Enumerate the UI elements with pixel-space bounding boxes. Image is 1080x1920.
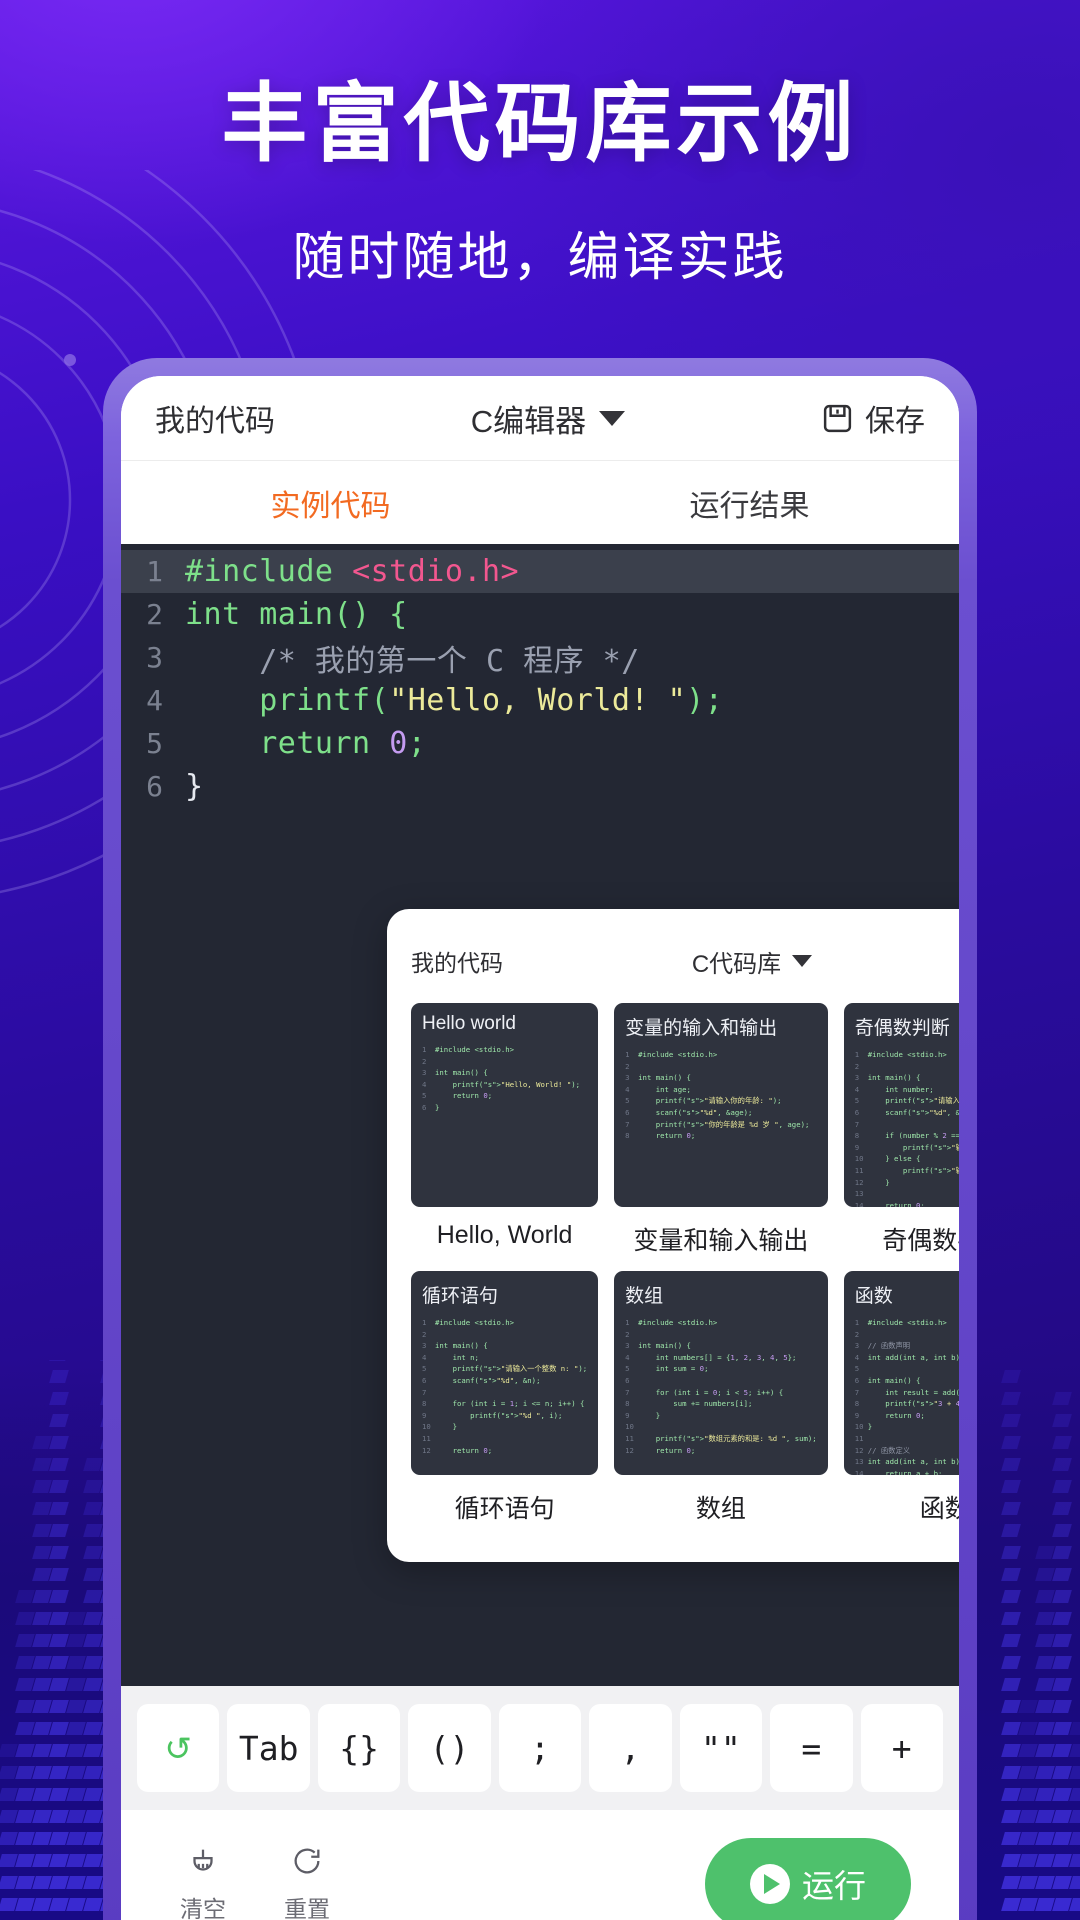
line-number: 2 <box>146 598 163 631</box>
bottom-action-bar: 清空 重置 运行 <box>121 1810 959 1920</box>
line-number: 5 <box>146 727 163 760</box>
code-text: int main() { <box>185 597 408 632</box>
snippet-card-title: 奇偶数判断 <box>854 1018 950 1039</box>
snippet-card[interactable]: 循环语句 1 #include <stdio.h> 2 3 int main() { … <box>411 1271 599 1475</box>
snippet-card-title: 函数 <box>854 1286 893 1307</box>
floppy-disk-icon <box>821 402 854 435</box>
snippet-card[interactable]: 变量的输入和输出 1 #include <stdio.h> 2 3 int main(… <box>614 1003 828 1207</box>
snippet-card[interactable]: 奇偶数判断 1 #include <stdio.h> 2 3 int main() {… <box>843 1003 959 1207</box>
snippet-card[interactable]: Hello world 1 #include <stdio.h> 2 3 int ma… <box>411 1003 599 1207</box>
tab-1[interactable]: 运行结果 <box>540 461 959 544</box>
library-my-code-link[interactable]: 我的代码 <box>411 944 503 978</box>
snippet-code: 1 #include <stdio.h> 2 3 int main() { 4 in… <box>422 1318 588 1455</box>
code-text: } <box>185 769 204 804</box>
save-button[interactable]: 保存 <box>821 396 925 440</box>
code-line: 3 /* 我的第一个 C 程序 */ <box>121 636 959 679</box>
tab-0[interactable]: 实例代码 <box>121 461 540 544</box>
snippet-label: 循环语句 <box>454 1495 555 1523</box>
phone-frame: 我的代码 C编辑器 保存 实例代码 运行结果 1 #include <stdio.h… <box>103 358 977 1920</box>
keyboard-shortcut-bar: ↺ Tab{}();, "" = + <box>121 1686 959 1810</box>
snippet-card-title: Hello world <box>422 1013 516 1034</box>
run-button-label: 运行 <box>801 1868 866 1904</box>
code-library-header: 我的代码 C代码库 <box>411 933 959 989</box>
play-icon <box>749 1864 790 1904</box>
clear-button-label: 清空 <box>180 1896 226 1920</box>
code-library-item[interactable]: Hello world 1 #include <stdio.h> 2 3 int ma… <box>411 1003 599 1257</box>
page-title: 丰富代码库示例 <box>221 76 859 172</box>
braces-key[interactable]: {} <box>317 1704 401 1792</box>
snippet-card[interactable]: 数组 1 #include <stdio.h> 2 3 int main() { 4 … <box>614 1271 828 1475</box>
code-library-item[interactable]: 循环语句 1 #include <stdio.h> 2 3 int main() { … <box>411 1271 599 1525</box>
code-library-item[interactable]: 数组 1 #include <stdio.h> 2 3 int main() { 4 … <box>614 1271 828 1525</box>
code-line: 1 #include <stdio.h> <box>121 550 959 593</box>
snippet-code: 1 #include <stdio.h> 2 3 int main() { 4 in… <box>625 1050 810 1141</box>
snippet-label: 函数 <box>919 1495 959 1523</box>
chevron-down-icon <box>792 955 813 967</box>
code-library-item[interactable]: 奇偶数判断 1 #include <stdio.h> 2 3 int main() {… <box>843 1003 959 1257</box>
equals-key[interactable]: = <box>770 1704 853 1792</box>
tab-key[interactable]: Tab <box>227 1704 310 1792</box>
snippet-code: 1 #include <stdio.h> 2 3 int main() { 4 pr… <box>422 1045 581 1112</box>
code-line: 4 printf("Hello, World! "); <box>121 679 959 722</box>
refresh-icon <box>290 1844 324 1883</box>
broom-icon <box>186 1844 220 1883</box>
clear-button[interactable]: 清空 <box>151 1844 255 1920</box>
code-line: 6} <box>121 765 959 808</box>
editor-selector[interactable]: C编辑器 <box>275 396 821 441</box>
code-library-popup: 我的代码 C代码库 Hello world 1 #include <stdio.h>… <box>387 909 959 1562</box>
line-number: 3 <box>146 641 163 674</box>
app-header: 我的代码 C编辑器 保存 <box>121 376 959 460</box>
editor-tabs: 实例代码 运行结果 <box>121 460 959 544</box>
code-line: 5 return 0; <box>121 722 959 765</box>
comma-key[interactable]: , <box>589 1704 672 1792</box>
code-text: #include <stdio.h> <box>185 554 520 589</box>
quotes-key[interactable]: "" <box>679 1704 763 1792</box>
line-number: 4 <box>146 684 163 717</box>
library-selector-label: C代码库 <box>691 950 782 978</box>
code-library-grid: Hello world 1 #include <stdio.h> 2 3 int ma… <box>411 1003 959 1525</box>
line-number: 6 <box>146 770 163 803</box>
library-selector[interactable]: C代码库 <box>503 944 959 979</box>
chevron-down-icon <box>599 410 626 426</box>
snippet-code: 1 #include <stdio.h> 2 3 int main() { 4 in… <box>854 1050 959 1207</box>
semicolon-key[interactable]: ; <box>498 1704 582 1792</box>
undo-key[interactable]: ↺ <box>137 1704 220 1792</box>
snippet-label: 变量和输入输出 <box>633 1227 809 1255</box>
page-subtitle: 随时随地，编译实践 <box>292 229 788 287</box>
parens-key[interactable]: () <box>408 1704 491 1792</box>
app-screen: 我的代码 C编辑器 保存 实例代码 运行结果 1 #include <stdio.h… <box>121 376 959 1920</box>
snippet-card-title: 变量的输入和输出 <box>625 1018 778 1039</box>
editor-selector-label: C编辑器 <box>470 403 587 439</box>
code-library-item[interactable]: 函数 1 #include <stdio.h> 2 3// 函数声明 4 int ad… <box>843 1271 959 1525</box>
tab-label: 运行结果 <box>689 489 810 523</box>
snippet-label: 数组 <box>695 1495 746 1523</box>
line-number: 1 <box>146 555 163 588</box>
tab-label: 实例代码 <box>270 489 391 523</box>
snippet-label: Hello, World <box>436 1221 573 1249</box>
run-button[interactable]: 运行 <box>705 1838 911 1920</box>
snippet-card[interactable]: 函数 1 #include <stdio.h> 2 3// 函数声明 4 int ad… <box>843 1271 959 1475</box>
code-text: return 0; <box>185 726 427 761</box>
snippet-label: 奇偶数判断 <box>882 1227 959 1255</box>
code-text: /* 我的第一个 C 程序 */ <box>185 643 640 679</box>
code-library-item[interactable]: 变量的输入和输出 1 #include <stdio.h> 2 3 int main(… <box>614 1003 828 1257</box>
snippet-code: 1 #include <stdio.h> 2 3 int main() { 4 in… <box>625 1318 817 1455</box>
reset-button-label: 重置 <box>284 1896 330 1920</box>
code-line: 2 int main() { <box>121 593 959 636</box>
save-button-label: 保存 <box>865 405 925 438</box>
reset-button[interactable]: 重置 <box>255 1844 359 1920</box>
code-text: printf("Hello, World! "); <box>185 683 724 718</box>
snippet-card-title: 数组 <box>625 1286 664 1307</box>
my-code-link[interactable]: 我的代码 <box>155 396 275 440</box>
snippet-code: 1 #include <stdio.h> 2 3// 函数声明 4 int add(… <box>854 1318 959 1475</box>
snippet-card-title: 循环语句 <box>422 1286 499 1307</box>
plus-key[interactable]: + <box>860 1704 943 1792</box>
